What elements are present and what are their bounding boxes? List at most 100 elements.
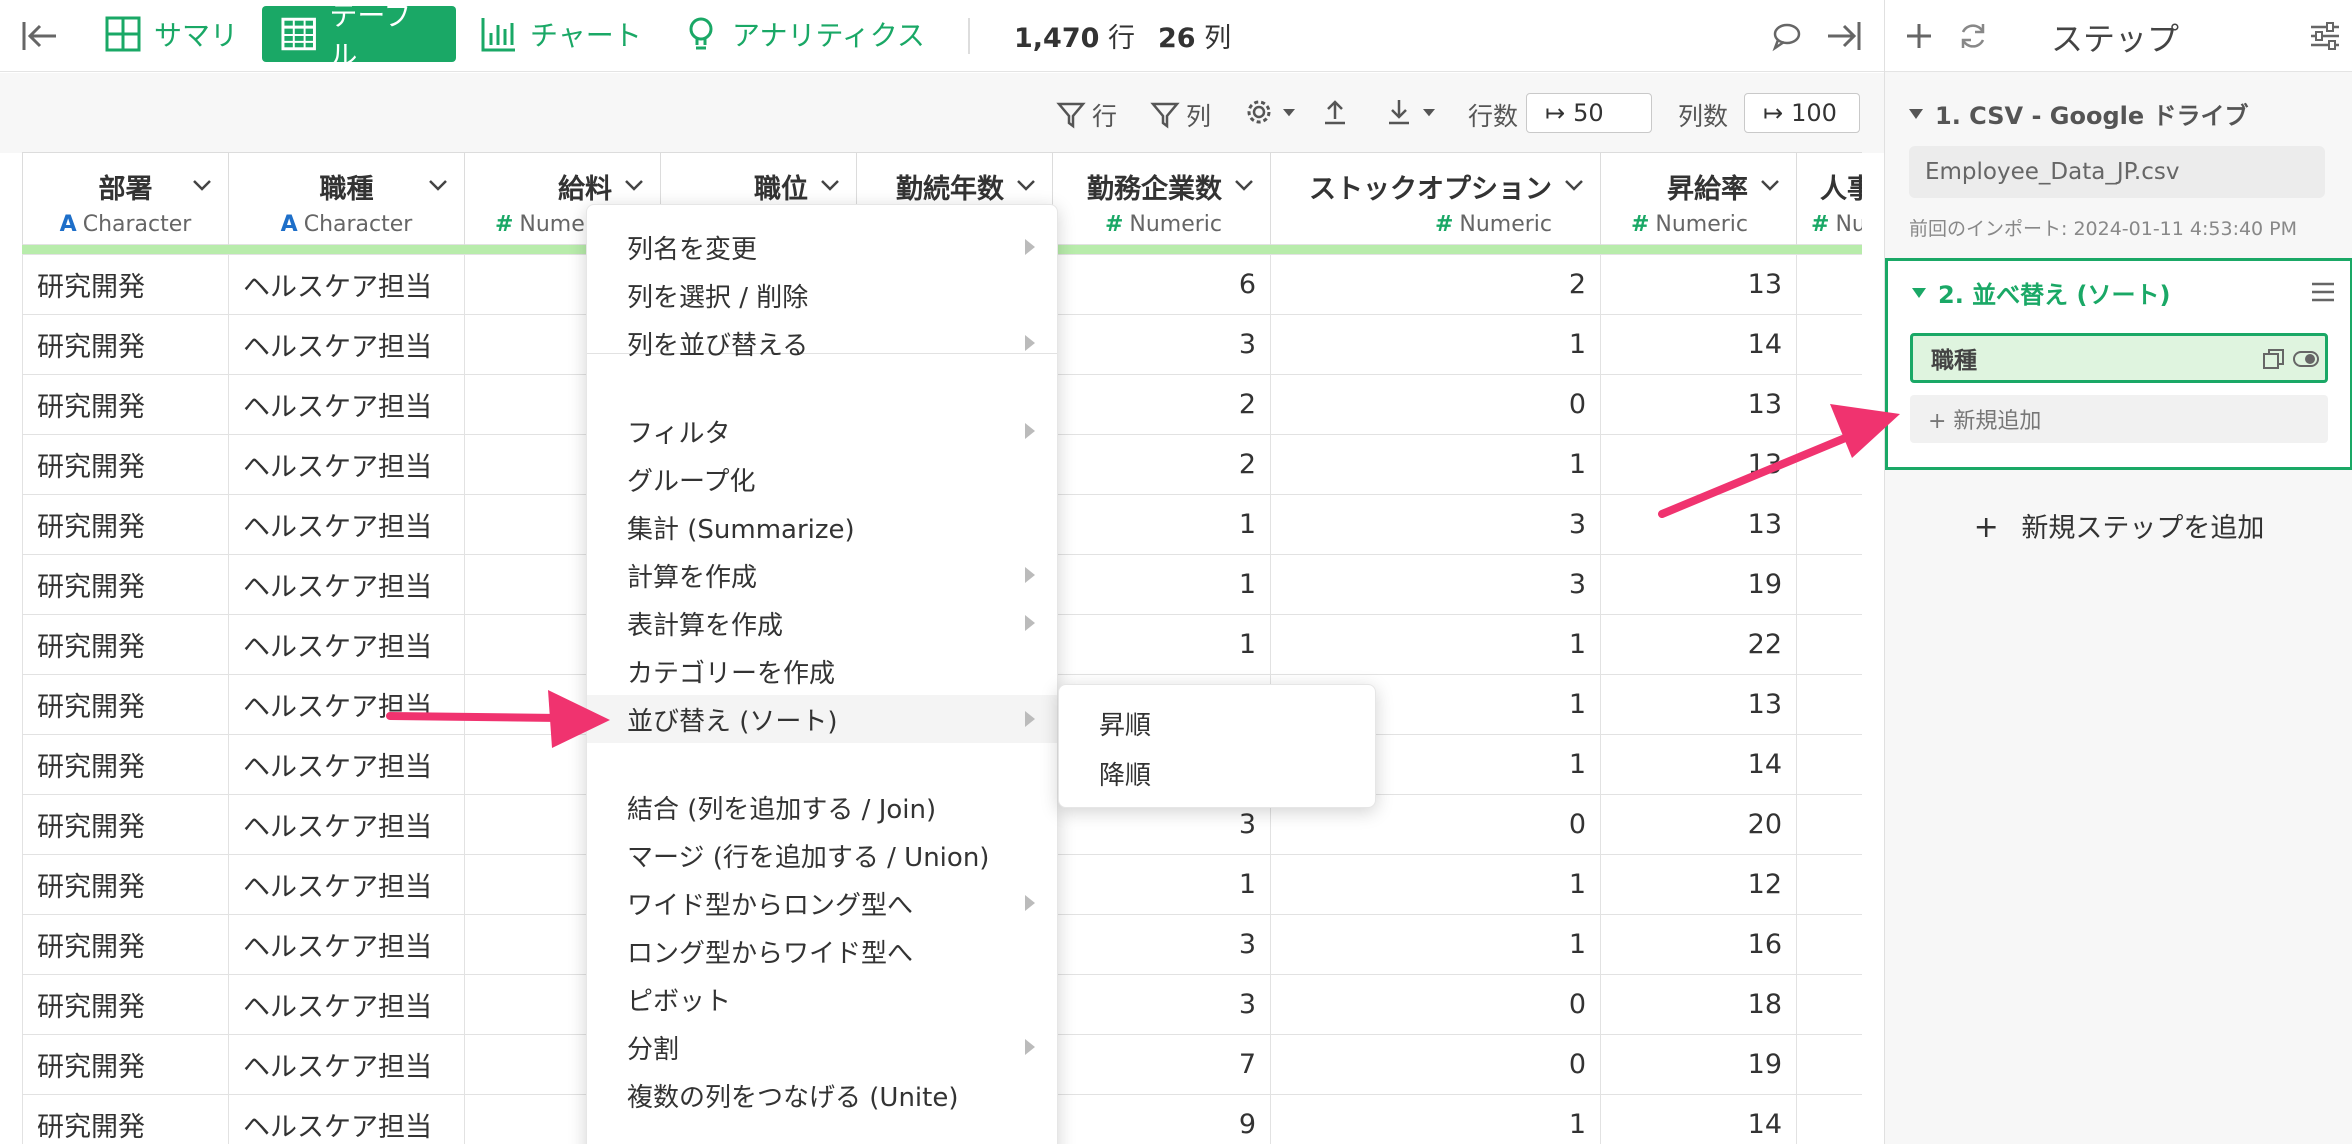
table-cell[interactable]: ヘルスケア担当: [228, 434, 465, 495]
table-cell[interactable]: 14: [1600, 734, 1797, 795]
menu-item[interactable]: 複数の列をつなげる (Unite): [587, 1071, 1057, 1119]
chevron-down-icon[interactable]: [1014, 173, 1038, 197]
table-cell[interactable]: 研究開発: [22, 1094, 229, 1144]
table-cell[interactable]: 1: [1270, 1094, 1601, 1144]
table-cell[interactable]: 研究開発: [22, 674, 229, 735]
table-cell[interactable]: [1796, 434, 1862, 495]
table-cell[interactable]: 22: [1600, 614, 1797, 675]
chevron-down-icon[interactable]: [1562, 173, 1586, 197]
column-header[interactable]: ストックオプション # Numeric: [1270, 152, 1601, 245]
table-cell[interactable]: 14: [1600, 1094, 1797, 1144]
table-cell[interactable]: 13: [1600, 434, 1797, 495]
table-cell[interactable]: 1: [1270, 614, 1601, 675]
settings-sliders-icon[interactable]: [2307, 18, 2343, 54]
collapse-left-icon[interactable]: [20, 18, 60, 54]
menu-item[interactable]: 表計算を作成: [587, 599, 1057, 647]
column-header[interactable]: 職種 A Character: [228, 152, 465, 245]
table-cell[interactable]: 3: [1052, 314, 1271, 375]
table-cell[interactable]: 0: [1270, 1034, 1601, 1095]
settings-dropdown[interactable]: [1244, 97, 1298, 127]
table-cell[interactable]: 13: [1600, 674, 1797, 735]
step-csv-import[interactable]: 1. CSV - Google ドライブ Employee_Data_JP.cs…: [1885, 72, 2352, 258]
table-cell[interactable]: [1796, 374, 1862, 435]
table-cell[interactable]: 1: [1270, 854, 1601, 915]
table-cell[interactable]: 7: [1052, 1034, 1271, 1095]
table-cell[interactable]: 1: [1270, 314, 1601, 375]
table-cell[interactable]: 20: [1600, 794, 1797, 855]
menu-item[interactable]: 列名を変更: [587, 223, 1057, 271]
table-cell[interactable]: 研究開発: [22, 554, 229, 615]
table-cell[interactable]: 研究開発: [22, 734, 229, 795]
table-cell[interactable]: 0: [1270, 974, 1601, 1035]
sort-ascending-item[interactable]: 昇順: [1099, 705, 1151, 742]
table-cell[interactable]: 1: [1052, 854, 1271, 915]
table-cell[interactable]: 19: [1600, 1034, 1797, 1095]
table-cell[interactable]: 研究開発: [22, 434, 229, 495]
cols-input[interactable]: ↦ 100: [1744, 93, 1860, 133]
table-cell[interactable]: 1: [1270, 434, 1601, 495]
table-cell[interactable]: [1796, 974, 1862, 1035]
table-cell[interactable]: ヘルスケア担当: [228, 494, 465, 555]
table-cell[interactable]: 研究開発: [22, 314, 229, 375]
menu-item[interactable]: 列を選択 / 削除: [587, 271, 1057, 319]
table-cell[interactable]: ヘルスケア担当: [228, 854, 465, 915]
menu-item[interactable]: マージ (行を追加する / Union): [587, 831, 1057, 879]
rows-input[interactable]: ↦ 50: [1526, 93, 1652, 133]
chevron-down-icon[interactable]: [818, 173, 842, 197]
chevron-down-icon[interactable]: [1758, 173, 1782, 197]
table-cell[interactable]: 2: [1052, 434, 1271, 495]
table-cell[interactable]: ヘルスケア担当: [228, 1094, 465, 1144]
table-cell[interactable]: 13: [1600, 494, 1797, 555]
table-cell[interactable]: 研究開発: [22, 494, 229, 555]
menu-item[interactable]: グループ化: [587, 455, 1057, 503]
menu-item[interactable]: 結合 (列を追加する / Join): [587, 783, 1057, 831]
table-cell[interactable]: 14: [1600, 314, 1797, 375]
menu-item[interactable]: 集計 (Summarize): [587, 503, 1057, 551]
visibility-toggle-icon[interactable]: [2293, 348, 2319, 370]
table-cell[interactable]: 1: [1052, 494, 1271, 555]
table-cell[interactable]: [1796, 1034, 1862, 1095]
table-cell[interactable]: ヘルスケア担当: [228, 734, 465, 795]
expand-caret-icon[interactable]: [1909, 108, 1923, 119]
table-cell[interactable]: 16: [1600, 914, 1797, 975]
chevron-down-icon[interactable]: [622, 173, 646, 197]
table-cell[interactable]: 19: [1600, 554, 1797, 615]
table-cell[interactable]: 研究開発: [22, 974, 229, 1035]
tab-chart[interactable]: チャート: [462, 6, 660, 62]
table-cell[interactable]: ヘルスケア担当: [228, 554, 465, 615]
sort-column-item[interactable]: 職種: [1910, 333, 2328, 383]
table-cell[interactable]: 9: [1052, 1094, 1271, 1144]
table-cell[interactable]: 1: [1270, 914, 1601, 975]
table-cell[interactable]: [1796, 914, 1862, 975]
table-cell[interactable]: [1796, 1094, 1862, 1144]
table-cell[interactable]: ヘルスケア担当: [228, 674, 465, 735]
menu-item[interactable]: カテゴリーを作成: [587, 647, 1057, 695]
column-header[interactable]: 勤務企業数 # Numeric: [1052, 152, 1271, 245]
table-cell[interactable]: ヘルスケア担当: [228, 974, 465, 1035]
table-cell[interactable]: 1: [1052, 554, 1271, 615]
table-cell[interactable]: [1796, 554, 1862, 615]
column-header[interactable]: 人事 #Numeric: [1796, 152, 1862, 245]
table-cell[interactable]: 3: [1270, 554, 1601, 615]
step-sort[interactable]: 2. 並べ替え (ソート) 職種 + 新規追加: [1885, 258, 2352, 470]
sort-descending-item[interactable]: 降順: [1099, 755, 1151, 792]
table-cell[interactable]: [1796, 734, 1862, 795]
table-cell[interactable]: 研究開発: [22, 614, 229, 675]
collapse-right-icon[interactable]: [1826, 18, 1862, 54]
table-cell[interactable]: 0: [1270, 374, 1601, 435]
table-cell[interactable]: ヘルスケア担当: [228, 314, 465, 375]
table-cell[interactable]: 12: [1600, 854, 1797, 915]
table-cell[interactable]: ヘルスケア担当: [228, 794, 465, 855]
table-cell[interactable]: 3: [1052, 914, 1271, 975]
expand-caret-icon[interactable]: [1912, 287, 1926, 298]
table-cell[interactable]: [1796, 854, 1862, 915]
copy-icon[interactable]: [2261, 348, 2287, 370]
table-cell[interactable]: [1796, 314, 1862, 375]
table-cell[interactable]: 13: [1600, 374, 1797, 435]
table-cell[interactable]: 3: [1052, 974, 1271, 1035]
tab-summary[interactable]: サマリ: [86, 6, 256, 62]
table-cell[interactable]: 2: [1052, 374, 1271, 435]
table-cell[interactable]: 研究開発: [22, 854, 229, 915]
table-cell[interactable]: [1796, 674, 1862, 735]
refresh-icon[interactable]: [1955, 18, 1991, 54]
